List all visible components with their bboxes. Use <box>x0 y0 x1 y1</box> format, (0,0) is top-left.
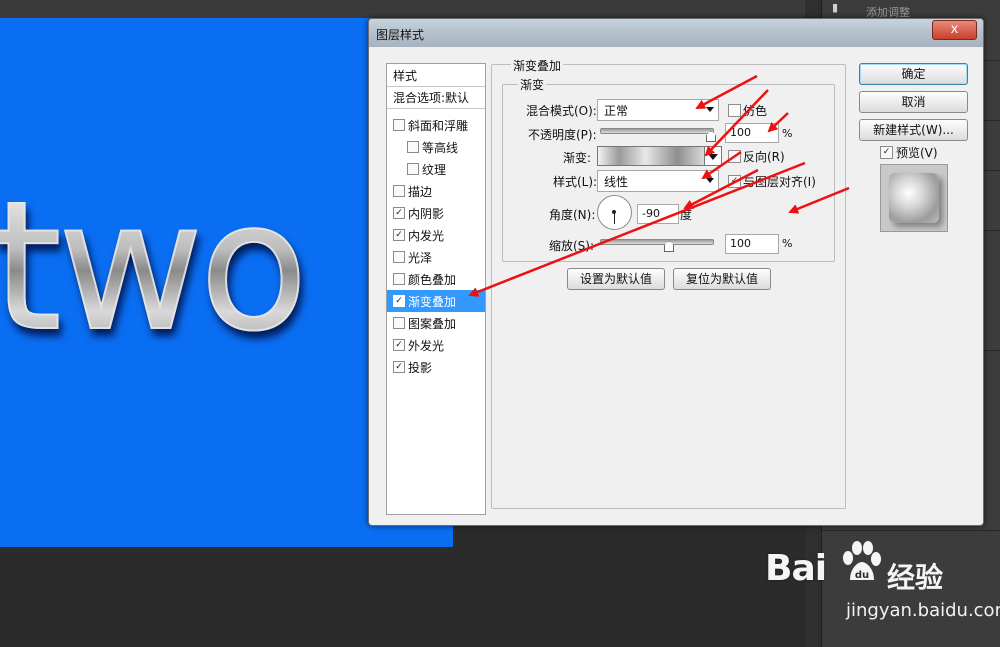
chevron-down-icon <box>706 178 714 183</box>
style-list-item[interactable]: ✓ 外发光 <box>387 334 485 356</box>
scale-percent: % <box>782 237 793 250</box>
close-icon: x <box>950 22 959 37</box>
scale-label: 缩放(S): <box>549 239 595 253</box>
svg-text:du: du <box>855 570 869 581</box>
angle-input[interactable]: -90 <box>637 204 679 224</box>
checkbox-icon[interactable]: ✓ <box>393 361 405 373</box>
style-label: 样式(L): <box>553 175 598 189</box>
scale-input[interactable]: 100 <box>725 234 779 254</box>
style-list-item-label: 斜面和浮雕 <box>408 119 469 133</box>
subsection-title: 渐变 <box>518 76 547 93</box>
style-list-header-label: 样式 <box>393 69 418 83</box>
align-with-layer-checkbox[interactable]: ✓ <box>728 175 741 188</box>
make-default-button[interactable]: 设置为默认值 <box>567 268 665 290</box>
style-list-item[interactable]: 光泽 <box>387 246 485 268</box>
canvas-text-layer: two <box>0 177 309 357</box>
style-list-item[interactable]: ✓ 内阴影 <box>387 202 485 224</box>
ok-button[interactable]: 确定 <box>859 63 968 85</box>
reset-default-button[interactable]: 复位为默认值 <box>673 268 771 290</box>
checkbox-icon[interactable] <box>393 251 405 263</box>
opacity-slider[interactable] <box>600 128 714 134</box>
dialog-titlebar[interactable]: 图层样式 x <box>369 19 983 47</box>
style-list-item-label: 投影 <box>408 361 433 375</box>
paw-icon: du <box>843 541 881 581</box>
opacity-percent: % <box>782 127 793 140</box>
style-list-item[interactable]: ✓ 内发光 <box>387 224 485 246</box>
new-style-button[interactable]: 新建样式(W)... <box>859 119 968 141</box>
dialog-title: 图层样式 <box>376 28 425 42</box>
gradient-dropdown-button[interactable] <box>704 146 722 166</box>
style-preview <box>880 164 948 232</box>
style-list-item[interactable]: ✓ 投影 <box>387 356 485 378</box>
baidu-jingyan-text: 经验 <box>887 561 944 594</box>
checkbox-icon[interactable]: ✓ <box>393 229 405 241</box>
style-list-item-label: 纹理 <box>422 163 447 177</box>
angle-dial-needle <box>614 212 615 224</box>
style-list-item[interactable]: 颜色叠加 <box>387 268 485 290</box>
style-list-item-label: 光泽 <box>408 251 433 265</box>
document-tab-strip <box>0 0 805 18</box>
style-dropdown[interactable]: 线性 <box>597 170 719 192</box>
adjustment-icon[interactable]: ▮ <box>832 1 844 14</box>
style-list-item-label: 外发光 <box>408 339 445 353</box>
style-list-item[interactable]: 描边 <box>387 180 485 202</box>
style-list: 样式 混合选项:默认 斜面和浮雕 等高线 纹理 描边 ✓ 内阴影 ✓ 内发光 光泽 颜色叠加 ✓ 渐变叠加… <box>386 63 486 515</box>
panel-divider <box>821 530 1000 531</box>
blend-options-item[interactable]: 混合选项:默认 <box>387 86 485 109</box>
style-list-item-label: 描边 <box>408 185 433 199</box>
style-value: 线性 <box>604 175 629 189</box>
style-list-item[interactable]: 图案叠加 <box>387 312 485 334</box>
blend-mode-value: 正常 <box>604 104 629 118</box>
checkbox-icon[interactable] <box>393 185 405 197</box>
scale-slider[interactable] <box>600 239 714 245</box>
style-list-item-label: 内发光 <box>408 229 445 243</box>
style-list-item-label: 等高线 <box>422 141 459 155</box>
blend-options-label: 混合选项:默认 <box>393 91 470 105</box>
baidu-logo: Bai <box>765 548 827 589</box>
angle-label: 角度(N): <box>549 208 596 222</box>
gradient-picker[interactable] <box>597 146 705 166</box>
checkbox-icon[interactable]: ✓ <box>393 339 405 351</box>
checkbox-icon[interactable]: ✓ <box>393 295 405 307</box>
style-list-item-label: 图案叠加 <box>408 317 457 331</box>
section-title: 渐变叠加 <box>511 57 564 74</box>
checkbox-icon[interactable] <box>407 163 419 175</box>
chevron-down-icon <box>708 154 718 160</box>
angle-dial-icon[interactable] <box>597 195 632 230</box>
style-list-item[interactable]: 斜面和浮雕 <box>387 114 485 136</box>
angle-unit: 度 <box>680 208 693 222</box>
cancel-button[interactable]: 取消 <box>859 91 968 113</box>
checkbox-icon[interactable]: ✓ <box>393 207 405 219</box>
dither-checkbox[interactable] <box>728 104 741 117</box>
blend-mode-label: 混合模式(O): <box>526 104 597 118</box>
style-list-item[interactable]: ✓ 渐变叠加 <box>387 290 485 312</box>
style-list-header: 样式 <box>387 64 485 87</box>
chevron-down-icon <box>706 107 714 112</box>
preview-checkbox[interactable]: ✓ <box>880 146 893 159</box>
style-list-item-label: 渐变叠加 <box>408 295 457 309</box>
reverse-label: 反向(R) <box>743 150 785 164</box>
style-list-item-label: 颜色叠加 <box>408 273 457 287</box>
close-button[interactable]: x <box>932 20 977 40</box>
reverse-checkbox[interactable] <box>728 150 741 163</box>
checkbox-icon[interactable] <box>393 317 405 329</box>
preview-thumbnail <box>889 173 939 223</box>
checkbox-icon[interactable] <box>393 119 405 131</box>
dither-label: 仿色 <box>743 104 768 118</box>
gradient-label: 渐变: <box>563 151 592 165</box>
style-list-item[interactable]: 等高线 <box>387 136 485 158</box>
watermark-url: jingyan.baidu.com <box>846 600 1000 621</box>
style-list-item-label: 内阴影 <box>408 207 445 221</box>
checkbox-icon[interactable] <box>407 141 419 153</box>
opacity-label: 不透明度(P): <box>528 128 597 142</box>
blend-mode-dropdown[interactable]: 正常 <box>597 99 719 121</box>
checkbox-icon[interactable] <box>393 273 405 285</box>
style-list-item[interactable]: 纹理 <box>387 158 485 180</box>
opacity-input[interactable]: 100 <box>725 123 779 143</box>
align-with-layer-label: 与图层对齐(I) <box>743 175 816 189</box>
preview-label: 预览(V) <box>896 146 938 160</box>
